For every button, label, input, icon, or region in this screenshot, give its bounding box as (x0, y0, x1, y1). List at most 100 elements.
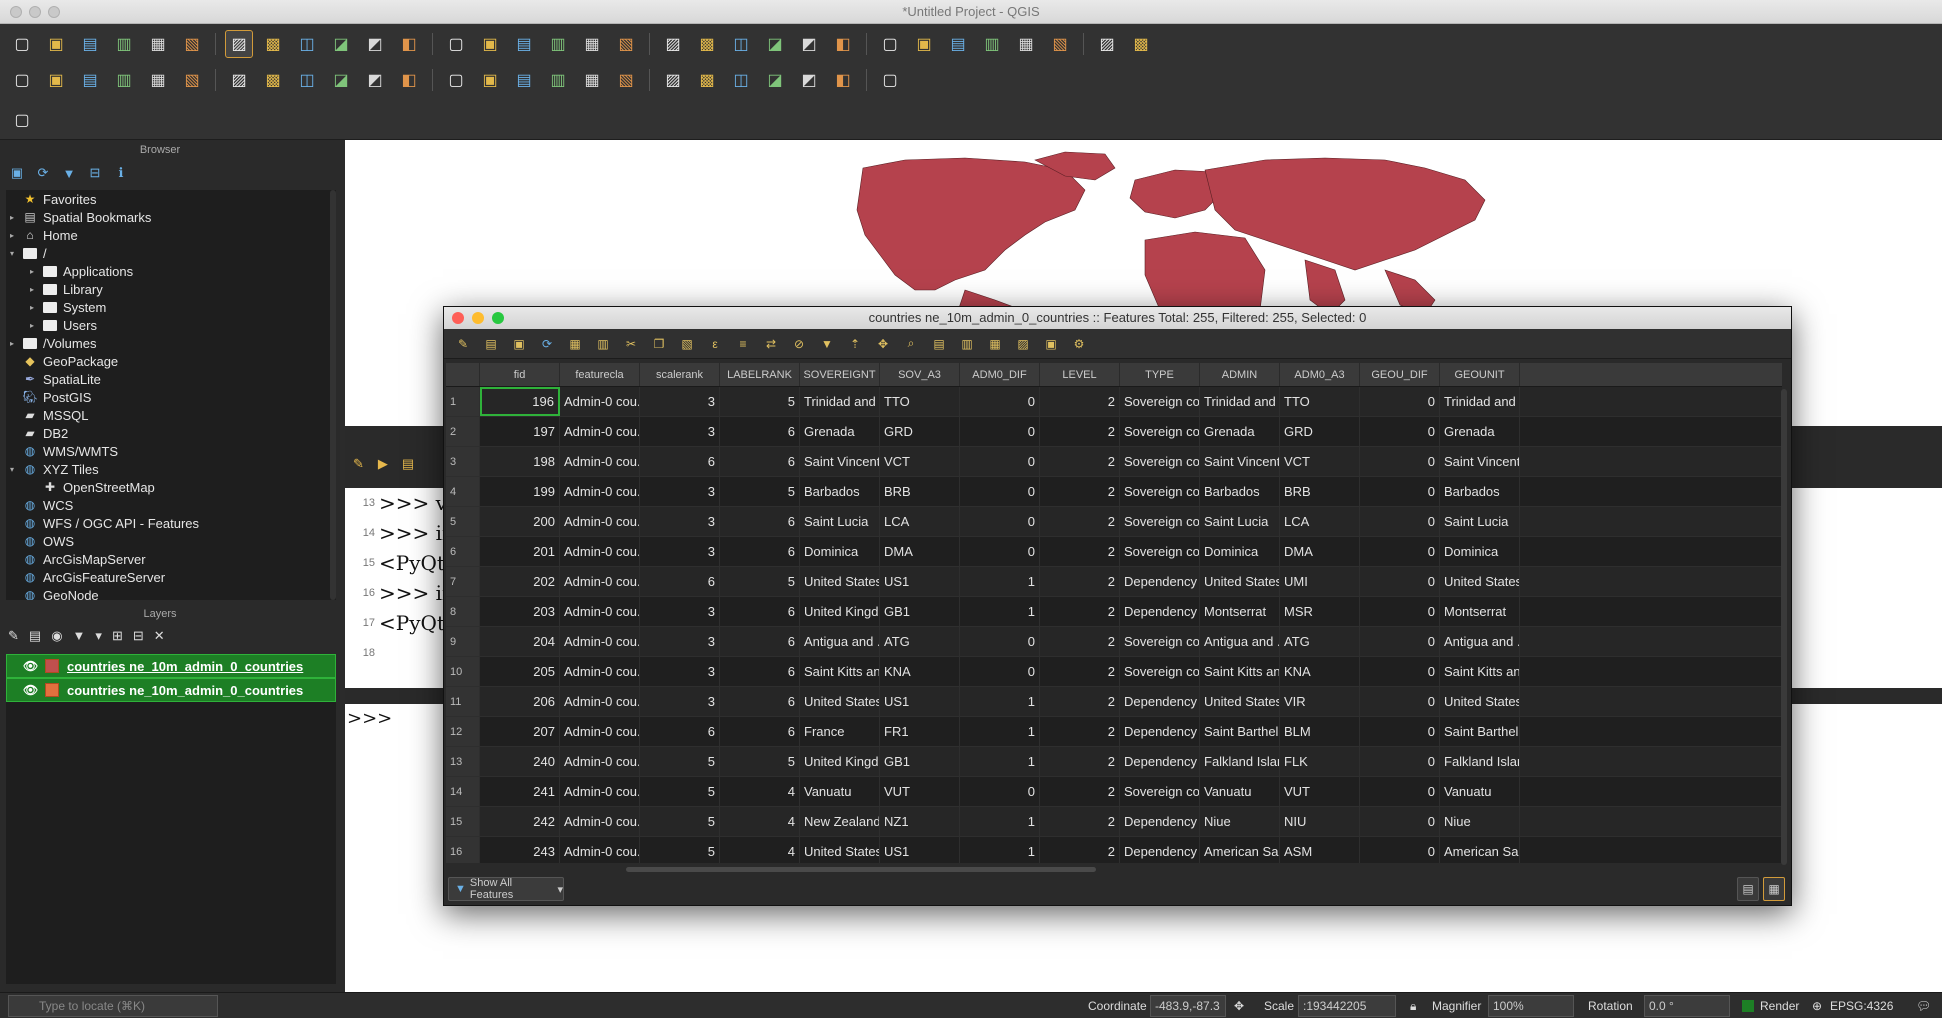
refresh-icon[interactable]: ⟳ (34, 164, 52, 182)
table-cell[interactable]: United States... (1200, 687, 1280, 716)
table-cell[interactable]: VCT (1280, 447, 1360, 476)
table-cell[interactable]: 4 (720, 807, 800, 836)
table-cell[interactable]: Grenada (1200, 417, 1280, 446)
actions-icon[interactable]: ◪ (761, 30, 789, 58)
multi-edit-icon[interactable]: ▤ (480, 333, 502, 355)
table-row[interactable]: 4 199 Admin-0 cou... 3 5 Barbados BRB 0 2 Soverei… (446, 477, 1782, 507)
column-header[interactable]: scalerank (640, 363, 720, 386)
table-cell[interactable]: 6 (720, 687, 800, 716)
maximize-button[interactable] (492, 312, 504, 324)
table-cell[interactable]: Admin-0 cou... (560, 837, 640, 863)
label-change-icon[interactable]: ▩ (693, 66, 721, 94)
table-cell[interactable]: BRB (1280, 477, 1360, 506)
table-cell[interactable]: Saint Barthel... (1440, 717, 1520, 746)
rotation-field[interactable]: 0.0 ° (1644, 995, 1730, 1017)
filter-icon[interactable]: ▼ (60, 164, 78, 182)
table-cell[interactable]: Trinidad and ... (1440, 387, 1520, 416)
bookmark-icon[interactable]: ▨ (659, 30, 687, 58)
table-cell[interactable]: Dependency (1120, 597, 1200, 626)
processing-icon[interactable]: ▥ (978, 30, 1006, 58)
filter-legend-icon[interactable]: ▼ (73, 628, 86, 644)
table-cell[interactable]: 6 (640, 717, 720, 746)
render-checkbox[interactable] (1742, 1000, 1754, 1012)
scale-field[interactable]: :193442205 (1298, 995, 1396, 1017)
column-header[interactable]: ADM0_DIF (960, 363, 1040, 386)
row-number[interactable]: 12 (446, 717, 480, 746)
style-manager-icon[interactable]: ▧ (178, 30, 206, 58)
table-row[interactable]: 10205Admin-0 cou...36Saint Kitts an...KN… (446, 657, 1782, 687)
table-cell[interactable]: NZ1 (880, 807, 960, 836)
new-project-icon[interactable]: ▢ (8, 30, 36, 58)
label-icon[interactable]: ▣ (476, 66, 504, 94)
chevron-right-icon[interactable]: ▸ (26, 267, 38, 276)
column-header[interactable]: fid (480, 363, 560, 386)
globe-icon[interactable]: ◫ (727, 66, 755, 94)
copy-icon[interactable]: ◪ (327, 66, 355, 94)
column-header[interactable]: featurecla (560, 363, 640, 386)
row-number[interactable]: 1 (446, 387, 480, 416)
save-edits-icon[interactable]: ▣ (508, 333, 530, 355)
row-number[interactable]: 6 (446, 537, 480, 566)
table-cell[interactable]: Falkland Islan... (1200, 747, 1280, 776)
table-cell[interactable]: American Sa... (1440, 837, 1520, 863)
add-vector-icon[interactable]: ▢ (8, 66, 36, 94)
dock-icon[interactable]: ▣ (1040, 333, 1062, 355)
open-editor-icon[interactable]: ▤ (402, 456, 414, 472)
row-number[interactable]: 15 (446, 807, 480, 836)
zoom-last-icon[interactable]: ▤ (510, 30, 538, 58)
table-cell[interactable]: United Kingd... (800, 597, 880, 626)
table-cell[interactable]: 2 (1040, 627, 1120, 656)
table-cell[interactable]: 6 (720, 597, 800, 626)
collapse-all-icon[interactable]: ⊟ (86, 164, 104, 182)
table-cell[interactable]: 0 (1360, 747, 1440, 776)
table-cell[interactable]: 2 (1040, 507, 1120, 536)
table-cell[interactable]: 0 (1360, 777, 1440, 806)
chevron-right-icon[interactable]: ▸ (26, 321, 38, 330)
move-selection-top-icon[interactable]: ⇡ (844, 333, 866, 355)
vertex-tool-icon[interactable]: ▨ (225, 66, 253, 94)
table-cell[interactable]: 3 (640, 387, 720, 416)
browser-item[interactable]: ▾ ◍ XYZ Tiles (6, 460, 336, 478)
table-cell[interactable]: Barbados (1440, 477, 1520, 506)
cut-icon[interactable]: ✂ (620, 333, 642, 355)
invert-selection-icon[interactable]: ⇄ (760, 333, 782, 355)
table-cell[interactable]: BLM (1280, 717, 1360, 746)
table-cell[interactable]: 3 (640, 687, 720, 716)
table-cell[interactable]: France (800, 717, 880, 746)
visibility-checkbox-icon[interactable]: 👁︎ (23, 683, 39, 697)
browser-item[interactable]: ▾ / (6, 244, 336, 262)
table-row[interactable]: 13240Admin-0 cou...55United Kingd...GB11… (446, 747, 1782, 777)
browser-item[interactable]: ◆ GeoPackage (6, 352, 336, 370)
table-cell[interactable]: TTO (880, 387, 960, 416)
table-cell[interactable]: Montserrat (1440, 597, 1520, 626)
python-icon[interactable]: ◧ (829, 66, 857, 94)
table-cell[interactable]: Sovereign co... (1120, 627, 1200, 656)
table-cell[interactable]: 6 (720, 507, 800, 536)
table-cell[interactable]: 1 (960, 747, 1040, 776)
row-number[interactable]: 9 (446, 627, 480, 656)
table-cell[interactable]: Admin-0 cou... (560, 717, 640, 746)
chevron-right-icon[interactable]: ▸ (26, 303, 38, 312)
delete-field-icon[interactable]: ▥ (956, 333, 978, 355)
table-cell[interactable]: 1 (960, 687, 1040, 716)
table-cell[interactable]: Dominica (800, 537, 880, 566)
conditional-format-icon[interactable]: ▨ (1012, 333, 1034, 355)
zoom-native-icon[interactable]: ▣ (476, 30, 504, 58)
table-cell[interactable]: Saint Vincent ... (800, 447, 880, 476)
table-cell[interactable]: ATG (880, 627, 960, 656)
row-number[interactable]: 3 (446, 447, 480, 476)
table-cell[interactable]: DMA (880, 537, 960, 566)
column-header[interactable]: GEOUNIT (1440, 363, 1520, 386)
table-cell[interactable]: 0 (960, 627, 1040, 656)
table-cell[interactable]: Admin-0 cou... (560, 447, 640, 476)
table-cell[interactable]: Trinidad and ... (800, 387, 880, 416)
table-row[interactable]: 5 200 Admin-0 cou... 3 6 Saint Lucia LCA 0 2 Sove… (446, 507, 1782, 537)
column-header[interactable]: TYPE (1120, 363, 1200, 386)
table-cell[interactable]: 243 (480, 837, 560, 863)
actions-icon[interactable]: ⚙ (1068, 333, 1090, 355)
table-cell[interactable]: 3 (640, 597, 720, 626)
table-cell[interactable]: 203 (480, 597, 560, 626)
row-number[interactable]: 8 (446, 597, 480, 626)
table-row[interactable]: 15 242 Admin-0 cou... 5 4 New Zealand NZ1 1 2 Dep… (446, 807, 1782, 837)
table-row[interactable]: 12 207 Admin-0 cou... 6 6 France FR1 1 2 Dependen… (446, 717, 1782, 747)
